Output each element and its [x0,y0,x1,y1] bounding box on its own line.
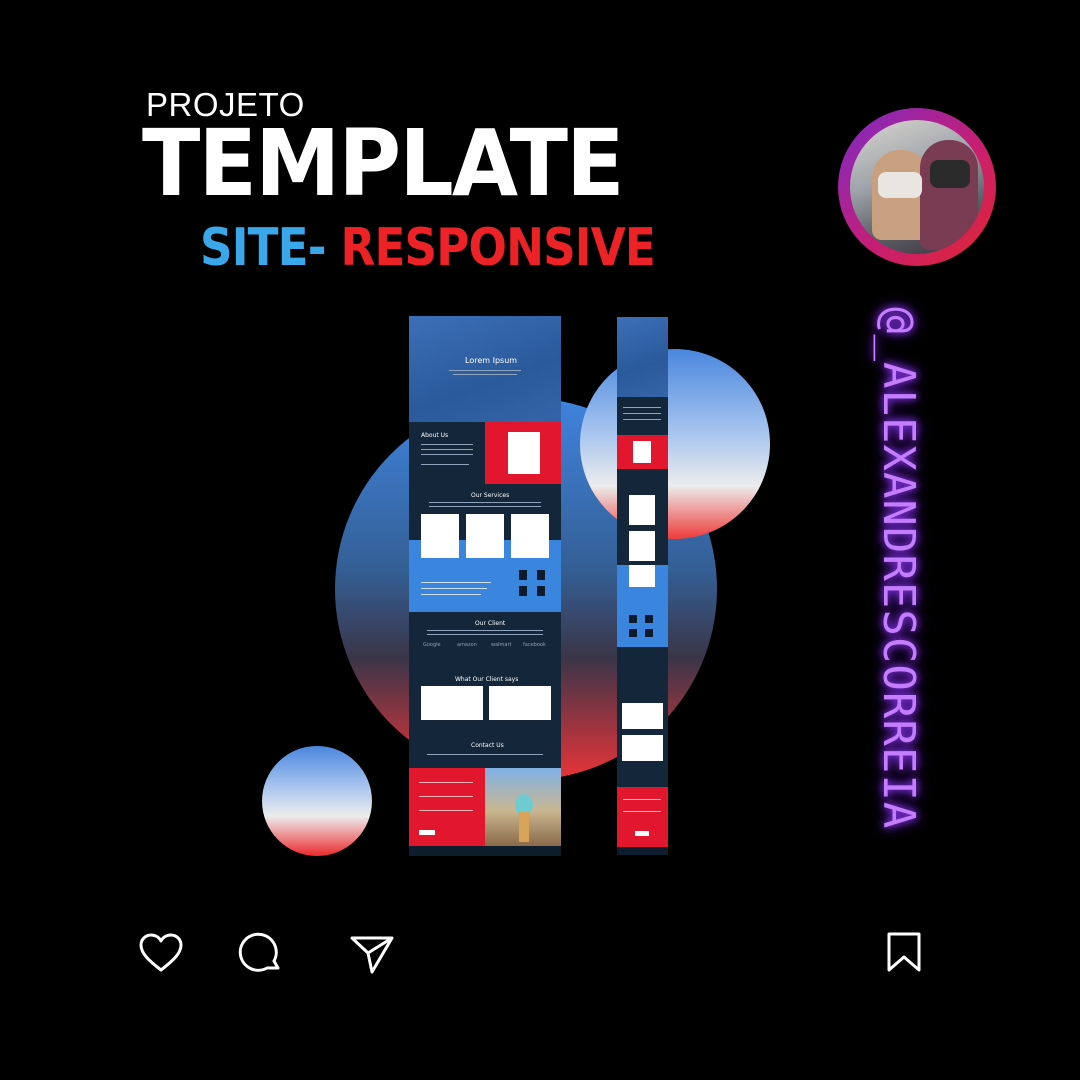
mockup-testimonials-title: What Our Client says [455,676,519,683]
heart-icon[interactable] [138,932,184,974]
mockup-brand: walmart [491,642,512,648]
mockup-photo [485,768,561,846]
mobile-services [617,469,668,565]
title-site-responsive: SITE- RESPONSIVE [200,222,656,274]
mockup-contact-title: Contact Us [471,742,504,749]
mockup-about-title: About Us [421,432,449,439]
mockup-service-card [511,514,549,558]
comment-icon[interactable] [238,932,284,976]
title-template: TEMPLATE [142,110,625,217]
mockup-service-card [421,514,459,558]
bookmark-icon[interactable] [884,930,924,976]
mockup-hero-title: Lorem Ipsum [465,356,518,365]
right-gradient-circle [580,349,770,539]
mobile-about [617,397,668,435]
mockup-about: About Us [409,422,561,484]
mobile-clients [617,647,668,787]
mockup-testimonials: What Our Client says [409,670,561,732]
mockup-contact: Contact Us [409,732,561,768]
mobile-contact-form [617,787,668,847]
send-icon[interactable] [348,932,396,976]
mockup-clients-title: Our Client [475,620,506,627]
action-bar [0,928,1080,978]
mobile-blue-block [617,565,668,647]
title-site: SITE- [200,218,326,278]
mockup-brand: Google [423,642,441,648]
mobile-red-block [617,435,668,469]
title-responsive: RESPONSIVE [325,218,655,278]
avatar-photo [850,120,984,254]
mockup-footer [409,846,561,856]
mockup-brand: amazon [457,642,477,648]
handle-label: @_ALEXANDRESCORREIA [873,307,924,830]
small-gradient-circle [262,746,372,856]
mobile-footer [617,847,668,855]
desktop-mockup: Lorem Ipsum About Us Our Services Our Cl… [409,316,561,856]
profile-avatar[interactable] [838,108,996,266]
mobile-mockup [617,317,668,855]
mockup-services-title: Our Services [471,492,510,499]
mockup-brand: facebook [523,642,546,648]
mockup-clients: Our Client Google amazon walmart faceboo… [409,612,561,670]
mockup-contact-form [409,768,485,846]
mockup-hero: Lorem Ipsum [409,316,561,422]
mockup-service-card [466,514,504,558]
mobile-hero [617,317,668,397]
